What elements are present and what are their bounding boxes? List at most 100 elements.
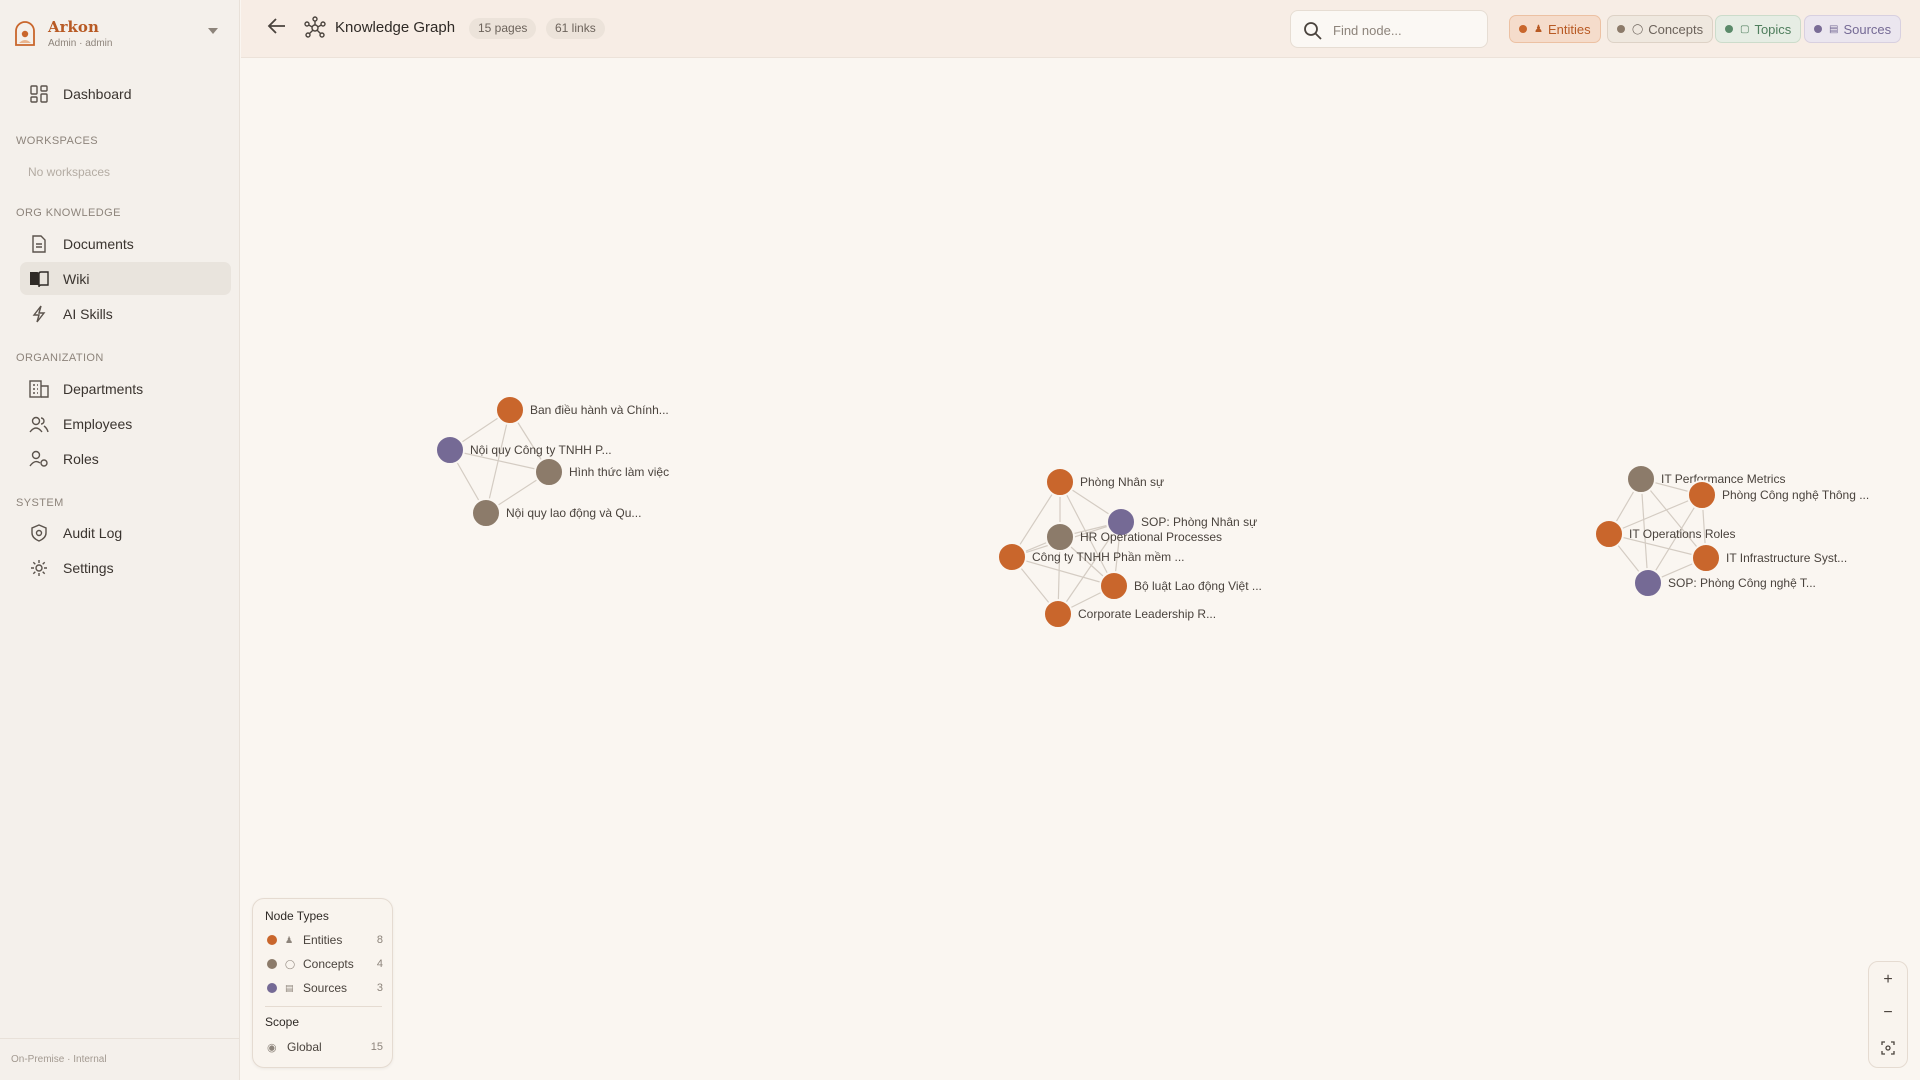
pages-count-badge: 15 pages bbox=[469, 18, 537, 39]
node-circle[interactable] bbox=[1045, 522, 1075, 552]
bulb-icon: ◯ bbox=[1632, 23, 1644, 35]
node-label: Phòng Công nghệ Thông ... bbox=[1722, 488, 1869, 502]
section-label-system: SYSTEM bbox=[16, 497, 64, 509]
node-circle[interactable] bbox=[1045, 467, 1075, 497]
filter-sources[interactable]: ▤ Sources bbox=[1804, 15, 1902, 43]
legend-label: Sources bbox=[303, 981, 348, 995]
node-circle[interactable] bbox=[435, 435, 465, 465]
legend-count: 8 bbox=[376, 934, 383, 946]
graph-node-b6[interactable]: Corporate Leadership R... bbox=[1043, 599, 1216, 629]
empty-workspaces-text: No workspaces bbox=[28, 165, 111, 179]
node-circle[interactable] bbox=[534, 457, 564, 487]
graph-node-c4[interactable]: IT Infrastructure Syst... bbox=[1691, 543, 1847, 573]
node-circle[interactable] bbox=[1691, 543, 1721, 573]
scope-title: Scope bbox=[265, 1015, 300, 1029]
sidebar-item-roles[interactable]: Roles bbox=[20, 442, 231, 475]
node-label: Hình thức làm việc bbox=[569, 465, 669, 479]
node-circle[interactable] bbox=[1687, 480, 1717, 510]
section-label-organization: ORGANIZATION bbox=[16, 352, 104, 364]
lightning-icon bbox=[28, 303, 50, 325]
scope-count: 15 bbox=[370, 1041, 383, 1053]
sidebar-item-settings[interactable]: Settings bbox=[20, 551, 231, 584]
globe-icon: ◉ bbox=[267, 1041, 277, 1054]
legend-label: Concepts bbox=[303, 957, 354, 971]
zoom-controls: + − bbox=[1868, 961, 1908, 1068]
entity-dot bbox=[1519, 25, 1527, 33]
zoom-in-button[interactable]: + bbox=[1869, 964, 1907, 996]
graph-node-b4[interactable]: Công ty TNHH Phần mềm ... bbox=[997, 542, 1185, 572]
node-label: Bộ luật Lao động Việt ... bbox=[1134, 579, 1262, 593]
filter-entities[interactable]: ♟ Entities bbox=[1509, 15, 1601, 43]
search-icon bbox=[1304, 22, 1322, 40]
legend-count: 4 bbox=[376, 958, 383, 970]
org-switcher[interactable]: Arkon Admin · admin bbox=[14, 16, 226, 52]
sidebar-item-label: Audit Log bbox=[63, 524, 123, 541]
graph-node-a4[interactable]: Nội quy lao động và Qu... bbox=[471, 498, 641, 528]
node-circle[interactable] bbox=[1043, 599, 1073, 629]
sidebar-item-ai-skills[interactable]: AI Skills bbox=[20, 297, 231, 330]
sidebar-item-audit-log[interactable]: Audit Log bbox=[20, 516, 231, 549]
filter-topics[interactable]: ▢ Topics bbox=[1715, 15, 1802, 43]
deployment-note: On-Premise · Internal bbox=[0, 1038, 240, 1080]
sidebar-item-label: Documents bbox=[63, 235, 134, 252]
document-icon bbox=[28, 233, 50, 255]
filter-label: Sources bbox=[1843, 21, 1892, 37]
sidebar-item-employees[interactable]: Employees bbox=[20, 407, 231, 440]
node-circle[interactable] bbox=[1626, 464, 1656, 494]
building-icon bbox=[28, 378, 50, 400]
graph-node-a1[interactable]: Ban điều hành và Chính... bbox=[495, 395, 669, 425]
book-icon bbox=[28, 268, 50, 290]
node-label: Ban điều hành và Chính... bbox=[530, 403, 669, 417]
entity-dot bbox=[267, 935, 277, 945]
bulb-icon: ◯ bbox=[285, 958, 296, 969]
sidebar: Arkon Admin · admin Dashboard WORKSPACES… bbox=[0, 0, 240, 1080]
fit-view-button[interactable] bbox=[1869, 1032, 1907, 1064]
knowledge-graph-canvas[interactable]: Ban điều hành và Chính... Nội quy Công ty… bbox=[241, 59, 1920, 1080]
sidebar-item-documents[interactable]: Documents bbox=[20, 227, 231, 260]
person-icon: ♟ bbox=[1534, 23, 1543, 35]
graph-node-b1[interactable]: Phòng Nhân sự bbox=[1045, 467, 1164, 497]
graph-node-b5[interactable]: Bộ luật Lao động Việt ... bbox=[1099, 571, 1262, 601]
sidebar-item-departments[interactable]: Departments bbox=[20, 372, 231, 405]
folder-icon: ▢ bbox=[1740, 23, 1750, 35]
sidebar-item-label: Dashboard bbox=[63, 85, 132, 102]
filter-concepts[interactable]: ◯ Concepts bbox=[1607, 15, 1714, 43]
filter-label: Concepts bbox=[1648, 21, 1704, 37]
find-node-search[interactable] bbox=[1290, 10, 1488, 48]
node-circle[interactable] bbox=[495, 395, 525, 425]
section-label-org-knowledge: ORG KNOWLEDGE bbox=[16, 207, 121, 219]
top-bar: Knowledge Graph 15 pages 61 links ♟ Enti… bbox=[241, 0, 1920, 58]
sidebar-item-label: Departments bbox=[63, 380, 144, 397]
sidebar-item-dashboard[interactable]: Dashboard bbox=[20, 77, 231, 110]
node-circle[interactable] bbox=[471, 498, 501, 528]
legend-title: Node Types bbox=[265, 909, 329, 923]
users-icon bbox=[28, 413, 50, 435]
user-role: Admin · admin bbox=[48, 38, 113, 49]
concept-dot bbox=[1617, 25, 1625, 33]
node-label: IT Infrastructure Syst... bbox=[1726, 551, 1847, 565]
zoom-out-button[interactable]: − bbox=[1869, 997, 1907, 1029]
node-label: Corporate Leadership R... bbox=[1078, 607, 1216, 621]
search-input[interactable] bbox=[1333, 20, 1481, 40]
sidebar-item-label: Employees bbox=[63, 415, 133, 432]
node-label: HR Operational Processes bbox=[1080, 530, 1222, 544]
node-circle[interactable] bbox=[1594, 519, 1624, 549]
graph-node-c5[interactable]: SOP: Phòng Công nghệ T... bbox=[1633, 568, 1816, 598]
node-label: Phòng Nhân sự bbox=[1080, 475, 1164, 489]
graph-node-a2[interactable]: Nội quy Công ty TNHH P... bbox=[435, 435, 612, 465]
sidebar-item-label: Wiki bbox=[63, 270, 90, 287]
node-circle[interactable] bbox=[1099, 571, 1129, 601]
node-circle[interactable] bbox=[997, 542, 1027, 572]
section-label-workspaces: WORKSPACES bbox=[16, 135, 99, 147]
arkon-logo-icon bbox=[15, 21, 35, 46]
back-arrow-icon[interactable] bbox=[265, 14, 289, 38]
graph-node-c3[interactable]: IT Operations Roles bbox=[1594, 519, 1736, 549]
sidebar-item-wiki[interactable]: Wiki bbox=[20, 262, 231, 295]
links-count-badge: 61 links bbox=[546, 18, 605, 39]
node-circle[interactable] bbox=[1633, 568, 1663, 598]
legend-row-sources[interactable]: ▤ Sources 3 bbox=[267, 979, 383, 997]
scope-row-global[interactable]: ◉ Global 15 bbox=[267, 1038, 383, 1056]
legend-row-entities[interactable]: ♟ Entities 8 bbox=[267, 931, 383, 949]
legend-row-concepts[interactable]: ◯ Concepts 4 bbox=[267, 955, 383, 973]
graph-node-a3[interactable]: Hình thức làm việc bbox=[534, 457, 669, 487]
